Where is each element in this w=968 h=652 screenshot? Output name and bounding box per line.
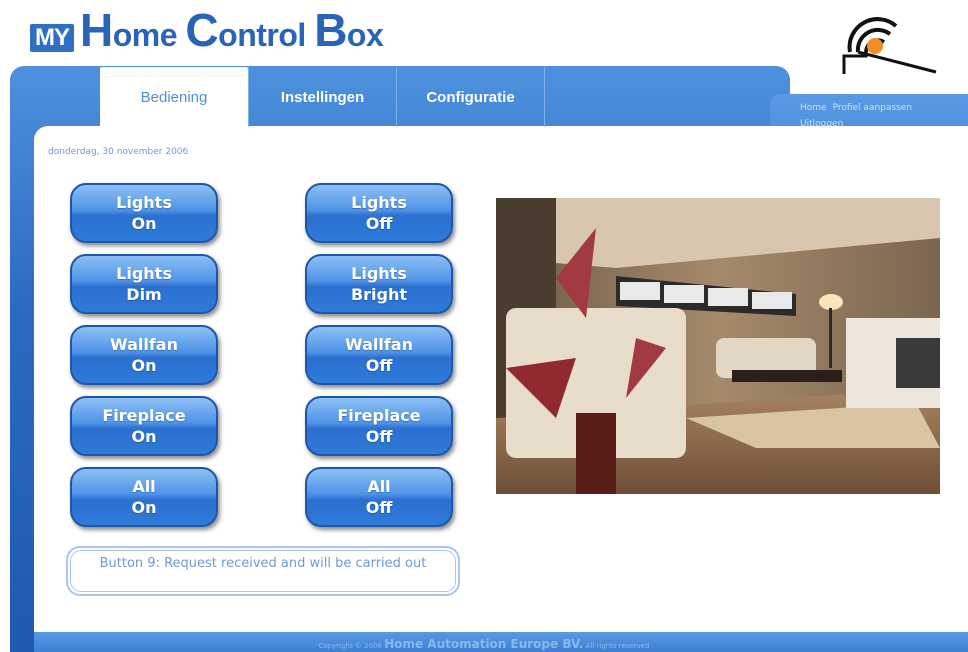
- logo-letter-h: H: [80, 4, 113, 56]
- button-label-line2: Bright: [350, 285, 408, 304]
- logo-letter-b: B: [314, 4, 347, 56]
- logo-my-badge: MY: [30, 24, 74, 52]
- living-room-photo: [496, 198, 940, 494]
- home-link[interactable]: Home: [800, 103, 827, 113]
- app-logo: MY Home Control Box: [30, 7, 384, 58]
- tab-bediening[interactable]: Bediening: [100, 67, 248, 127]
- button-label-line1: Fireplace: [337, 406, 421, 425]
- wallfan-off-button[interactable]: Wallfan Off: [305, 325, 453, 385]
- button-label-line1: Lights: [351, 264, 407, 283]
- status-message-box: Button 9: Request received and will be c…: [66, 546, 460, 596]
- copyright-company: Home Automation Europe BV.: [384, 637, 584, 651]
- lights-bright-button[interactable]: Lights Bright: [305, 254, 453, 314]
- logo-word-ox: ox: [346, 17, 384, 53]
- lights-off-button[interactable]: Lights Off: [305, 183, 453, 243]
- button-label-line1: Fireplace: [102, 406, 186, 425]
- button-label-line1: Lights: [351, 193, 407, 212]
- fireplace-off-button[interactable]: Fireplace Off: [305, 396, 453, 456]
- status-message: Button 9: Request received and will be c…: [70, 550, 456, 592]
- button-label-line1: All: [132, 477, 156, 496]
- lights-dim-button[interactable]: Lights Dim: [70, 254, 218, 314]
- logo-letter-c: C: [185, 4, 219, 56]
- main-tabs: Bediening Instellingen Configuratie: [100, 67, 790, 127]
- footer-copyright: Copyright © 2006 Home Automation Europe …: [0, 637, 968, 651]
- signal-house-icon: [842, 17, 937, 74]
- button-label-line1: All: [367, 477, 391, 496]
- profile-link[interactable]: Profiel aanpassen: [833, 103, 912, 113]
- button-label-line2: Off: [365, 498, 393, 517]
- button-label-line2: On: [131, 498, 157, 517]
- all-off-button[interactable]: All Off: [305, 467, 453, 527]
- button-label-line2: Dim: [126, 285, 162, 304]
- copyright-prefix: Copyright © 2006: [318, 642, 382, 650]
- button-label-line2: On: [131, 214, 157, 233]
- button-label-line1: Wallfan: [110, 335, 178, 354]
- top-links: Home Profiel aanpassen Uitloggen: [800, 100, 960, 132]
- button-label-line2: Off: [365, 214, 393, 233]
- logout-link[interactable]: Uitloggen: [800, 119, 843, 129]
- current-date: donderdag, 30 november 2006: [48, 147, 189, 157]
- lights-on-button[interactable]: Lights On: [70, 183, 218, 243]
- tab-filler: [544, 67, 790, 127]
- logo-word-ontrol: ontrol: [218, 17, 315, 53]
- tab-instellingen[interactable]: Instellingen: [248, 67, 396, 127]
- button-label-line2: On: [131, 427, 157, 446]
- button-label-line2: Off: [365, 427, 393, 446]
- button-label-line2: Off: [365, 356, 393, 375]
- button-label-line1: Wallfan: [345, 335, 413, 354]
- all-on-button[interactable]: All On: [70, 467, 218, 527]
- wallfan-on-button[interactable]: Wallfan On: [70, 325, 218, 385]
- logo-word-ome: ome: [112, 17, 186, 53]
- fireplace-on-button[interactable]: Fireplace On: [70, 396, 218, 456]
- tab-configuratie[interactable]: Configuratie: [396, 67, 544, 127]
- button-label-line1: Lights: [116, 264, 172, 283]
- button-label-line2: On: [131, 356, 157, 375]
- button-label-line1: Lights: [116, 193, 172, 212]
- copyright-suffix: All rights reserved: [585, 642, 650, 650]
- logo-text: Home Control Box: [80, 4, 384, 58]
